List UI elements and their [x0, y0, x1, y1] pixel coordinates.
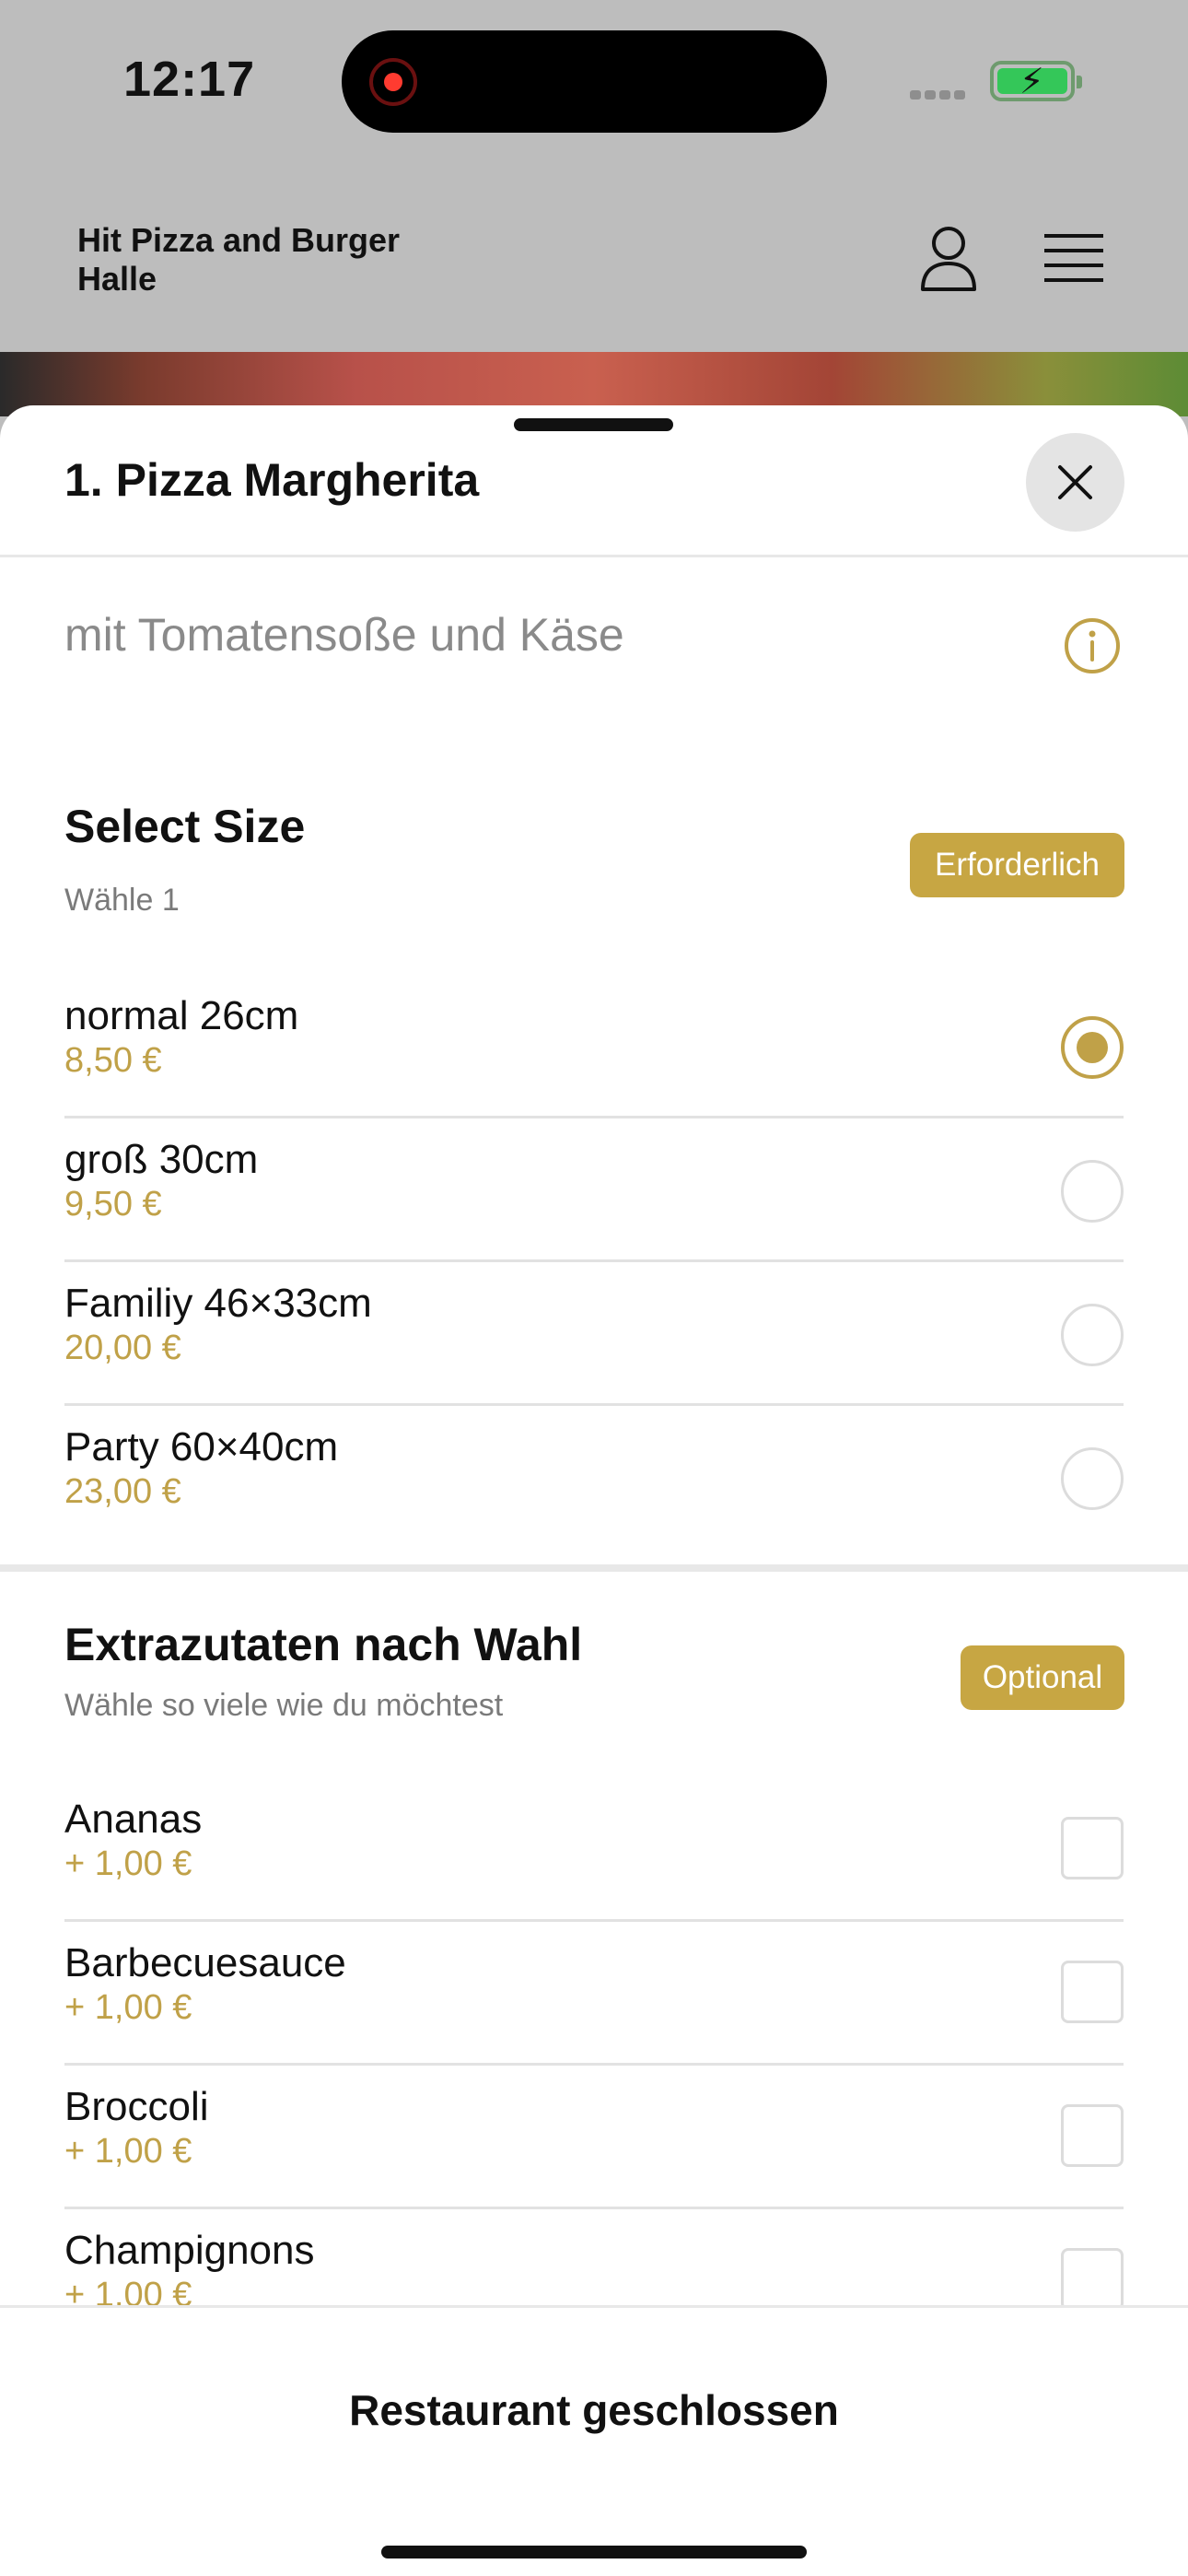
sheet-grabber[interactable] — [514, 418, 673, 431]
status-time: 12:17 — [123, 52, 256, 107]
app-header: Hit Pizza and Burger Halle — [0, 166, 1188, 352]
option-name: Party 60×40cm — [64, 1424, 339, 1469]
info-icon[interactable] — [1064, 617, 1121, 674]
close-button[interactable] — [1026, 433, 1124, 532]
size-option[interactable]: groß 30cm 9,50 € — [64, 1118, 1124, 1262]
user-icon[interactable] — [917, 225, 980, 291]
close-icon — [1058, 465, 1092, 499]
product-title: 1. Pizza Margherita — [64, 454, 480, 506]
checkbox[interactable] — [1061, 2248, 1124, 2311]
checkbox[interactable] — [1061, 1817, 1124, 1879]
battery-icon: ⚡ — [990, 61, 1082, 101]
option-price: + 1,00 € — [64, 2132, 192, 2171]
option-price: 20,00 € — [64, 1329, 181, 1367]
recording-indicator-icon — [369, 58, 417, 106]
checkbox[interactable] — [1061, 2104, 1124, 2167]
signal-icon — [910, 88, 971, 100]
option-name: Broccoli — [64, 2084, 209, 2129]
option-name: Familiy 46×33cm — [64, 1281, 372, 1326]
menu-icon[interactable] — [1044, 232, 1103, 284]
option-price: + 1,00 € — [64, 1844, 192, 1883]
radio-button[interactable] — [1061, 1160, 1124, 1223]
optional-badge: Optional — [961, 1645, 1124, 1710]
radio-button[interactable] — [1061, 1447, 1124, 1510]
option-price: 9,50 € — [64, 1185, 162, 1224]
radio-selected[interactable] — [1061, 1016, 1124, 1079]
size-option[interactable]: Party 60×40cm 23,00 € — [64, 1406, 1124, 1550]
option-name: Ananas — [64, 1797, 203, 1842]
product-sheet: 1. Pizza Margherita mit Tomatensoße und … — [0, 405, 1188, 2576]
status-bar: 12:17 ⚡ — [0, 0, 1188, 166]
option-price: + 1,00 € — [64, 1988, 192, 2027]
size-option[interactable]: normal 26cm 8,50 € — [64, 975, 1124, 1118]
radio-button[interactable] — [1061, 1304, 1124, 1366]
divider — [0, 555, 1188, 557]
option-name: Barbecuesauce — [64, 1940, 346, 1985]
dynamic-island — [342, 30, 827, 133]
extras-section-title: Extrazutaten nach Wahl — [64, 1619, 583, 1670]
size-section-title: Select Size — [64, 801, 306, 852]
footer-bar: Restaurant geschlossen — [0, 2305, 1188, 2576]
product-description: mit Tomatensoße und Käse — [64, 609, 624, 661]
home-indicator[interactable] — [381, 2546, 807, 2558]
extras-section-subtitle: Wähle so viele wie du möchtest — [64, 1688, 504, 1723]
option-price: 8,50 € — [64, 1041, 162, 1080]
option-name: groß 30cm — [64, 1137, 259, 1182]
section-divider — [0, 1564, 1188, 1572]
option-name: normal 26cm — [64, 993, 299, 1038]
extra-option[interactable]: Ananas + 1,00 € — [64, 1778, 1124, 1922]
option-price: 23,00 € — [64, 1472, 181, 1511]
checkbox[interactable] — [1061, 1961, 1124, 2023]
extra-option[interactable]: Barbecuesauce + 1,00 € — [64, 1922, 1124, 2066]
size-section-subtitle: Wähle 1 — [64, 883, 180, 918]
restaurant-closed-label: Restaurant geschlossen — [349, 2386, 839, 2434]
extra-option[interactable]: Broccoli + 1,00 € — [64, 2066, 1124, 2209]
option-name: Champignons — [64, 2228, 315, 2273]
size-option[interactable]: Familiy 46×33cm 20,00 € — [64, 1262, 1124, 1406]
restaurant-name: Hit Pizza and Burger Halle — [77, 221, 401, 298]
required-badge: Erforderlich — [910, 833, 1124, 897]
